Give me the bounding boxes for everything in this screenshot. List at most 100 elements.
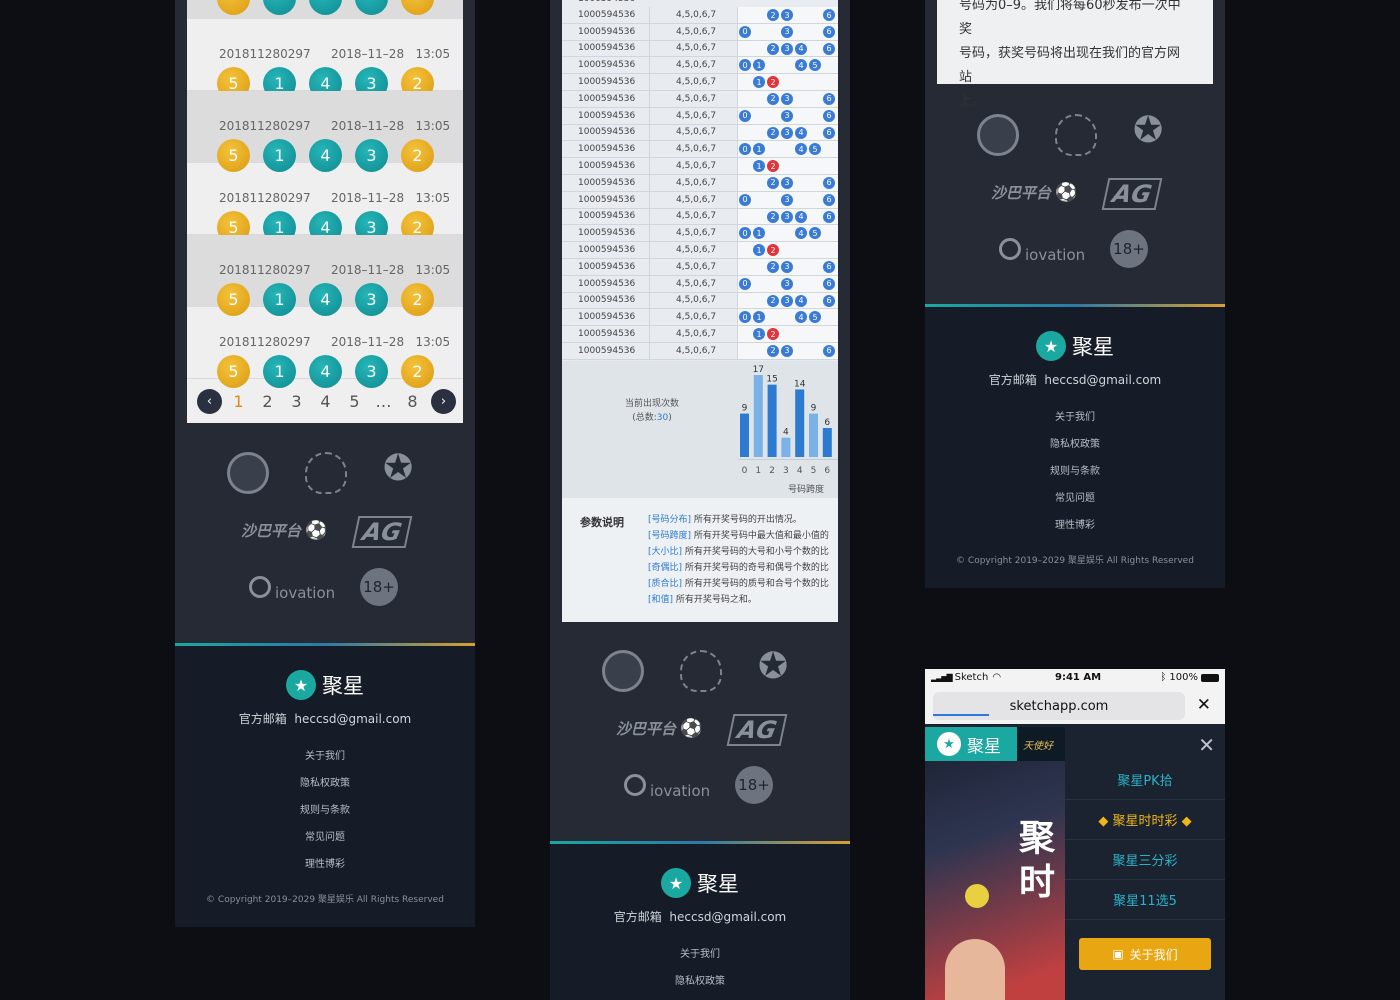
page-number[interactable]: 5 xyxy=(340,392,369,411)
page-number[interactable]: 4 xyxy=(311,392,340,411)
partner-logos: ✪ 沙巴平台 ⚽ AG iovation 18+ xyxy=(925,110,1225,272)
trend-cell: 3 xyxy=(781,9,793,21)
issue-numbers: 4,5,0,6,7 xyxy=(650,158,738,174)
footer-link-terms[interactable]: 规则与条款 xyxy=(175,801,475,828)
issue-id: 1000594536 xyxy=(562,258,650,275)
close-icon[interactable]: ✕ xyxy=(1197,695,1211,715)
category-tick: 6 xyxy=(824,466,830,476)
star-corporation-icon: ✪ xyxy=(1133,110,1164,151)
footer-link-responsible[interactable]: 理性博彩 xyxy=(175,855,475,882)
battery-label: 100% xyxy=(1169,672,1198,683)
page-number[interactable]: … xyxy=(369,392,398,411)
draw-id: 201811280297 xyxy=(219,263,311,277)
category-tick: 4 xyxy=(797,466,803,476)
trend-cell: 3 xyxy=(781,92,793,105)
trend-row: 1000594536 4,5,0,6,7 01 45 xyxy=(562,225,838,243)
copyright: © Copyright 2019–2029 聚星娱乐 All Rights Re… xyxy=(956,556,1194,566)
page-number[interactable]: 2 xyxy=(253,392,282,411)
trend-cell: 0 xyxy=(739,277,751,290)
page-number[interactable]: 8 xyxy=(398,392,427,411)
ball-partial xyxy=(263,0,296,15)
menu-item-3min[interactable]: 聚星三分彩 xyxy=(1065,840,1225,880)
trend-cell: 4 xyxy=(795,126,807,139)
param-item: [号码分布] 所有开奖号码的开出情况。 xyxy=(648,515,802,525)
partner-logos: ✪ 沙巴平台 ⚽ AG iovation 18+ xyxy=(550,646,850,808)
footer-link-terms[interactable]: 规则与条款 xyxy=(925,462,1225,489)
issue-id: 1000594536 xyxy=(562,275,650,292)
bar-4 xyxy=(795,389,805,457)
trend-cell: 4 xyxy=(795,294,807,307)
trend-cell: 1 xyxy=(753,244,765,257)
menu-item-pk10[interactable]: 聚星PK拾 xyxy=(1065,760,1225,800)
brand-star-icon: ★ xyxy=(1036,331,1066,361)
trend-row: 1000594536 4,5,0,6,7 0 3 6 xyxy=(562,23,838,41)
footer-link-privacy[interactable]: 隐私权政策 xyxy=(550,972,850,999)
trend-row: 1000594536 4,5,0,6,7 12 xyxy=(562,74,838,91)
trend-cell: 0 xyxy=(739,25,751,38)
trend-cell: 5 xyxy=(809,143,821,156)
status-time: 9:41 AM xyxy=(1055,672,1102,683)
ball-partial xyxy=(401,0,434,15)
menu-item-ssc[interactable]: ◆ 聚星时时彩 ◆ xyxy=(1065,800,1225,840)
email-link[interactable]: heccsd@gmail.com xyxy=(669,910,786,924)
trend-cell: 1 xyxy=(753,160,765,173)
footer-link-faq[interactable]: 常见问题 xyxy=(925,489,1225,516)
age-18-badge: 18+ xyxy=(1110,230,1148,268)
footer-brand: ★ 聚星 xyxy=(175,670,475,700)
trend-cell: 6 xyxy=(823,210,835,223)
trend-cell: 4 xyxy=(795,311,807,324)
footer-link-about[interactable]: 关于我们 xyxy=(550,945,850,972)
draw-id: 201811280297 xyxy=(219,119,311,133)
footer-link-about[interactable]: 关于我们 xyxy=(175,747,475,774)
issue-id: 1000594536 xyxy=(562,7,650,23)
trend-cell: 2 xyxy=(767,260,779,273)
trend-row-partial: 1000594536 xyxy=(562,0,838,7)
bar-value-label: 4 xyxy=(783,428,789,438)
footer-link-responsible[interactable]: 理性博彩 xyxy=(925,516,1225,543)
iovation-icon xyxy=(249,576,271,598)
draw-row: 201811280297 2018–11–28 13:05 51432 xyxy=(187,235,463,316)
footer-link-privacy[interactable]: 隐私权政策 xyxy=(925,435,1225,462)
draw-id: 201811280297 xyxy=(219,47,311,61)
draw-datetime: 2018–11–28 13:05 xyxy=(331,263,451,277)
issue-numbers: 4,5,0,6,7 xyxy=(650,225,738,242)
shaba-logo: 沙巴平台 xyxy=(991,184,1052,202)
draw-row: 201811280297 2018–11–28 13:05 51432 xyxy=(187,91,463,172)
issue-numbers: 4,5,0,6,7 xyxy=(650,309,738,326)
footer-links: 关于我们 隐私权政策 规则与条款 xyxy=(550,945,850,1000)
footer-link-privacy[interactable]: 隐私权政策 xyxy=(175,774,475,801)
trend-cell: 3 xyxy=(781,277,793,290)
page-number[interactable]: 3 xyxy=(282,392,311,411)
issue-numbers: 4,5,0,6,7 xyxy=(650,191,738,208)
star-corporation-icon: ✪ xyxy=(383,448,414,489)
issue-id: 1000594536 xyxy=(562,90,650,107)
trend-cell: 6 xyxy=(823,126,835,139)
iovation-icon xyxy=(624,774,646,796)
menu-close-icon[interactable]: ✕ xyxy=(1198,733,1215,757)
footer-links: 关于我们 隐私权政策 规则与条款 常见问题 理性博彩 xyxy=(175,747,475,882)
issue-id: 1000594536 xyxy=(562,174,650,191)
issue-id: 1000594536 xyxy=(562,225,650,242)
about-us-button[interactable]: ▣ 关于我们 xyxy=(1079,938,1211,970)
trend-row: 1000594536 4,5,0,6,7 12 xyxy=(562,158,838,175)
param-item: [质合比] 所有开奖号码的质号和合号个数的比 xyxy=(648,579,829,589)
menu-item-11x5[interactable]: 聚星11选5 xyxy=(1065,880,1225,920)
prev-page-button[interactable]: ‹ xyxy=(197,388,222,414)
email-link[interactable]: heccsd@gmail.com xyxy=(1044,373,1161,387)
next-page-button[interactable]: › xyxy=(431,388,456,414)
trend-cell: 3 xyxy=(781,294,793,307)
bluetooth-icon: ᛒ xyxy=(1160,672,1167,683)
pagcor-icon xyxy=(305,452,347,494)
email-link[interactable]: heccsd@gmail.com xyxy=(294,712,411,726)
hero-ball-icon xyxy=(965,884,989,908)
footer-link-about[interactable]: 关于我们 xyxy=(925,408,1225,435)
param-item: [号码跨度] 所有开奖号码中最大值和最小值的 xyxy=(648,531,829,541)
ag-logo: AG xyxy=(351,516,413,548)
bar-6 xyxy=(822,428,832,457)
hero-figure xyxy=(945,939,1005,1000)
hero-title: 聚 时 xyxy=(1019,818,1056,903)
page-number[interactable]: 1 xyxy=(224,392,253,411)
issue-id: 1000594536 xyxy=(562,309,650,326)
trend-cell: 1 xyxy=(753,328,765,341)
footer-link-faq[interactable]: 常见问题 xyxy=(175,828,475,855)
